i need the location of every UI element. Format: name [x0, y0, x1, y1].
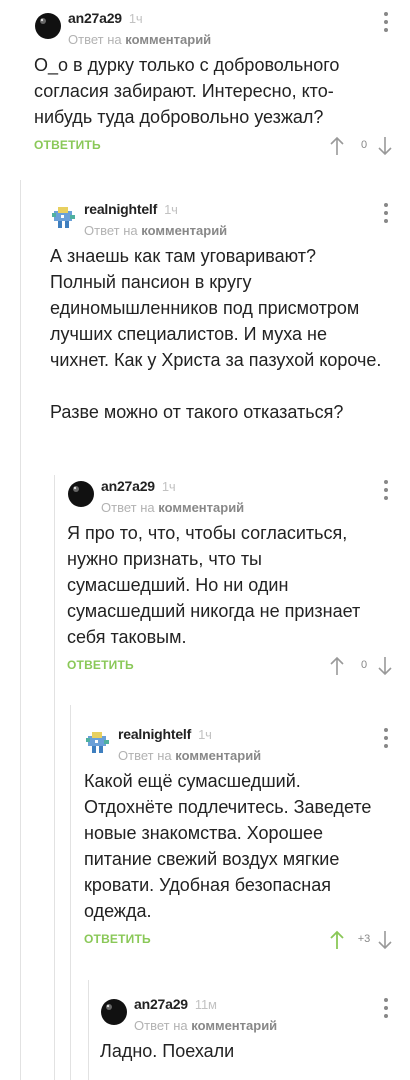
thread-line: [20, 180, 21, 1080]
comment-author[interactable]: an27a29 11м: [134, 996, 217, 1012]
thread-line: [70, 705, 71, 1080]
comment-text: Я про то, что, чтобы согласиться, нужно …: [67, 523, 361, 647]
more-options-icon[interactable]: [382, 12, 390, 36]
comment-author[interactable]: an27a29 1ч: [68, 10, 143, 26]
arrow-up-icon[interactable]: [330, 656, 344, 676]
arrow-down-icon[interactable]: [378, 656, 392, 676]
reply-button[interactable]: ОТВЕТИТЬ: [67, 658, 134, 672]
reply-to-target[interactable]: комментарий: [158, 500, 244, 515]
comment-actions: ОТВЕТИТЬ 0: [67, 656, 400, 678]
author-name[interactable]: an27a29: [101, 478, 155, 494]
comment-time: 1ч: [128, 11, 143, 26]
comment-author[interactable]: realnightelf 1ч: [118, 726, 212, 742]
reply-to-prefix: Ответ на: [118, 748, 172, 763]
more-options-icon[interactable]: [382, 203, 390, 227]
arrow-down-icon[interactable]: [378, 136, 392, 156]
reply-button[interactable]: ОТВЕТИТЬ: [34, 138, 101, 152]
reply-to-prefix: Ответ на: [84, 223, 138, 238]
more-options-icon[interactable]: [382, 480, 390, 504]
author-name[interactable]: realnightelf: [118, 726, 191, 742]
pixel-character-avatar-icon[interactable]: [84, 728, 112, 756]
author-name[interactable]: realnightelf: [84, 201, 157, 217]
reply-to-link[interactable]: Ответ на комментарий: [118, 748, 261, 763]
reply-to-target[interactable]: комментарий: [125, 32, 211, 47]
author-name[interactable]: an27a29: [68, 10, 122, 26]
comment-rating: 0: [360, 139, 368, 151]
black-ball-avatar-icon[interactable]: [34, 12, 62, 40]
author-name[interactable]: an27a29: [134, 996, 188, 1012]
comment-header: an27a29 11м Ответ на комментарий: [100, 992, 400, 1038]
comment-text: А знаешь как там уговаривают? Полный пан…: [50, 246, 382, 422]
arrow-down-icon[interactable]: [378, 930, 392, 950]
pixel-character-avatar-icon[interactable]: [50, 203, 78, 231]
comment-time: 1ч: [198, 727, 212, 742]
comment: realnightelf 1ч Ответ на комментарий Како…: [84, 722, 400, 952]
comment-time: 11м: [194, 997, 217, 1012]
reply-to-link[interactable]: Ответ на комментарий: [68, 32, 211, 47]
comment-header: an27a29 1ч Ответ на комментарий: [34, 6, 400, 52]
comment-time: 1ч: [161, 479, 176, 494]
reply-to-target[interactable]: комментарий: [175, 748, 261, 763]
thread-line: [54, 475, 55, 1080]
comment: realnightelf 1ч Ответ на комментарий А зн…: [50, 197, 400, 425]
comment-author[interactable]: an27a29 1ч: [101, 478, 176, 494]
comment: an27a29 1ч Ответ на комментарий О_о в дур…: [34, 6, 400, 158]
more-options-icon[interactable]: [382, 998, 390, 1022]
comment-header: realnightelf 1ч Ответ на комментарий: [50, 197, 400, 243]
comment-rating: +3: [357, 933, 371, 945]
thread-line: [88, 980, 89, 1080]
comment-text: Какой ещё сумасшедший. Отдохнёте подлечи…: [84, 771, 372, 921]
arrow-up-icon[interactable]: [330, 930, 344, 950]
comment-header: an27a29 1ч Ответ на комментарий: [67, 474, 400, 520]
comment-actions: ОТВЕТИТЬ +3: [84, 930, 400, 952]
comment: an27a29 11м Ответ на комментарий Ладно. П…: [100, 992, 400, 1064]
black-ball-avatar-icon[interactable]: [67, 480, 95, 508]
reply-to-prefix: Ответ на: [68, 32, 122, 47]
comment-rating: 0: [360, 659, 368, 671]
reply-to-target[interactable]: комментарий: [191, 1018, 277, 1033]
reply-to-target[interactable]: комментарий: [141, 223, 227, 238]
reply-button[interactable]: ОТВЕТИТЬ: [84, 932, 151, 946]
comment-text: О_о в дурку только с добровольного согла…: [34, 55, 340, 127]
comment-actions: ОТВЕТИТЬ 0: [34, 136, 400, 158]
comment: an27a29 1ч Ответ на комментарий Я про то,…: [67, 474, 400, 678]
comment-text: Ладно. Поехали: [100, 1041, 235, 1061]
reply-to-link[interactable]: Ответ на комментарий: [101, 500, 244, 515]
more-options-icon[interactable]: [382, 728, 390, 752]
comment-time: 1ч: [164, 202, 178, 217]
comment-author[interactable]: realnightelf 1ч: [84, 201, 178, 217]
black-ball-avatar-icon[interactable]: [100, 998, 128, 1026]
reply-to-link[interactable]: Ответ на комментарий: [134, 1018, 277, 1033]
reply-to-prefix: Ответ на: [101, 500, 155, 515]
reply-to-prefix: Ответ на: [134, 1018, 188, 1033]
arrow-up-icon[interactable]: [330, 136, 344, 156]
reply-to-link[interactable]: Ответ на комментарий: [84, 223, 227, 238]
comment-header: realnightelf 1ч Ответ на комментарий: [84, 722, 400, 768]
